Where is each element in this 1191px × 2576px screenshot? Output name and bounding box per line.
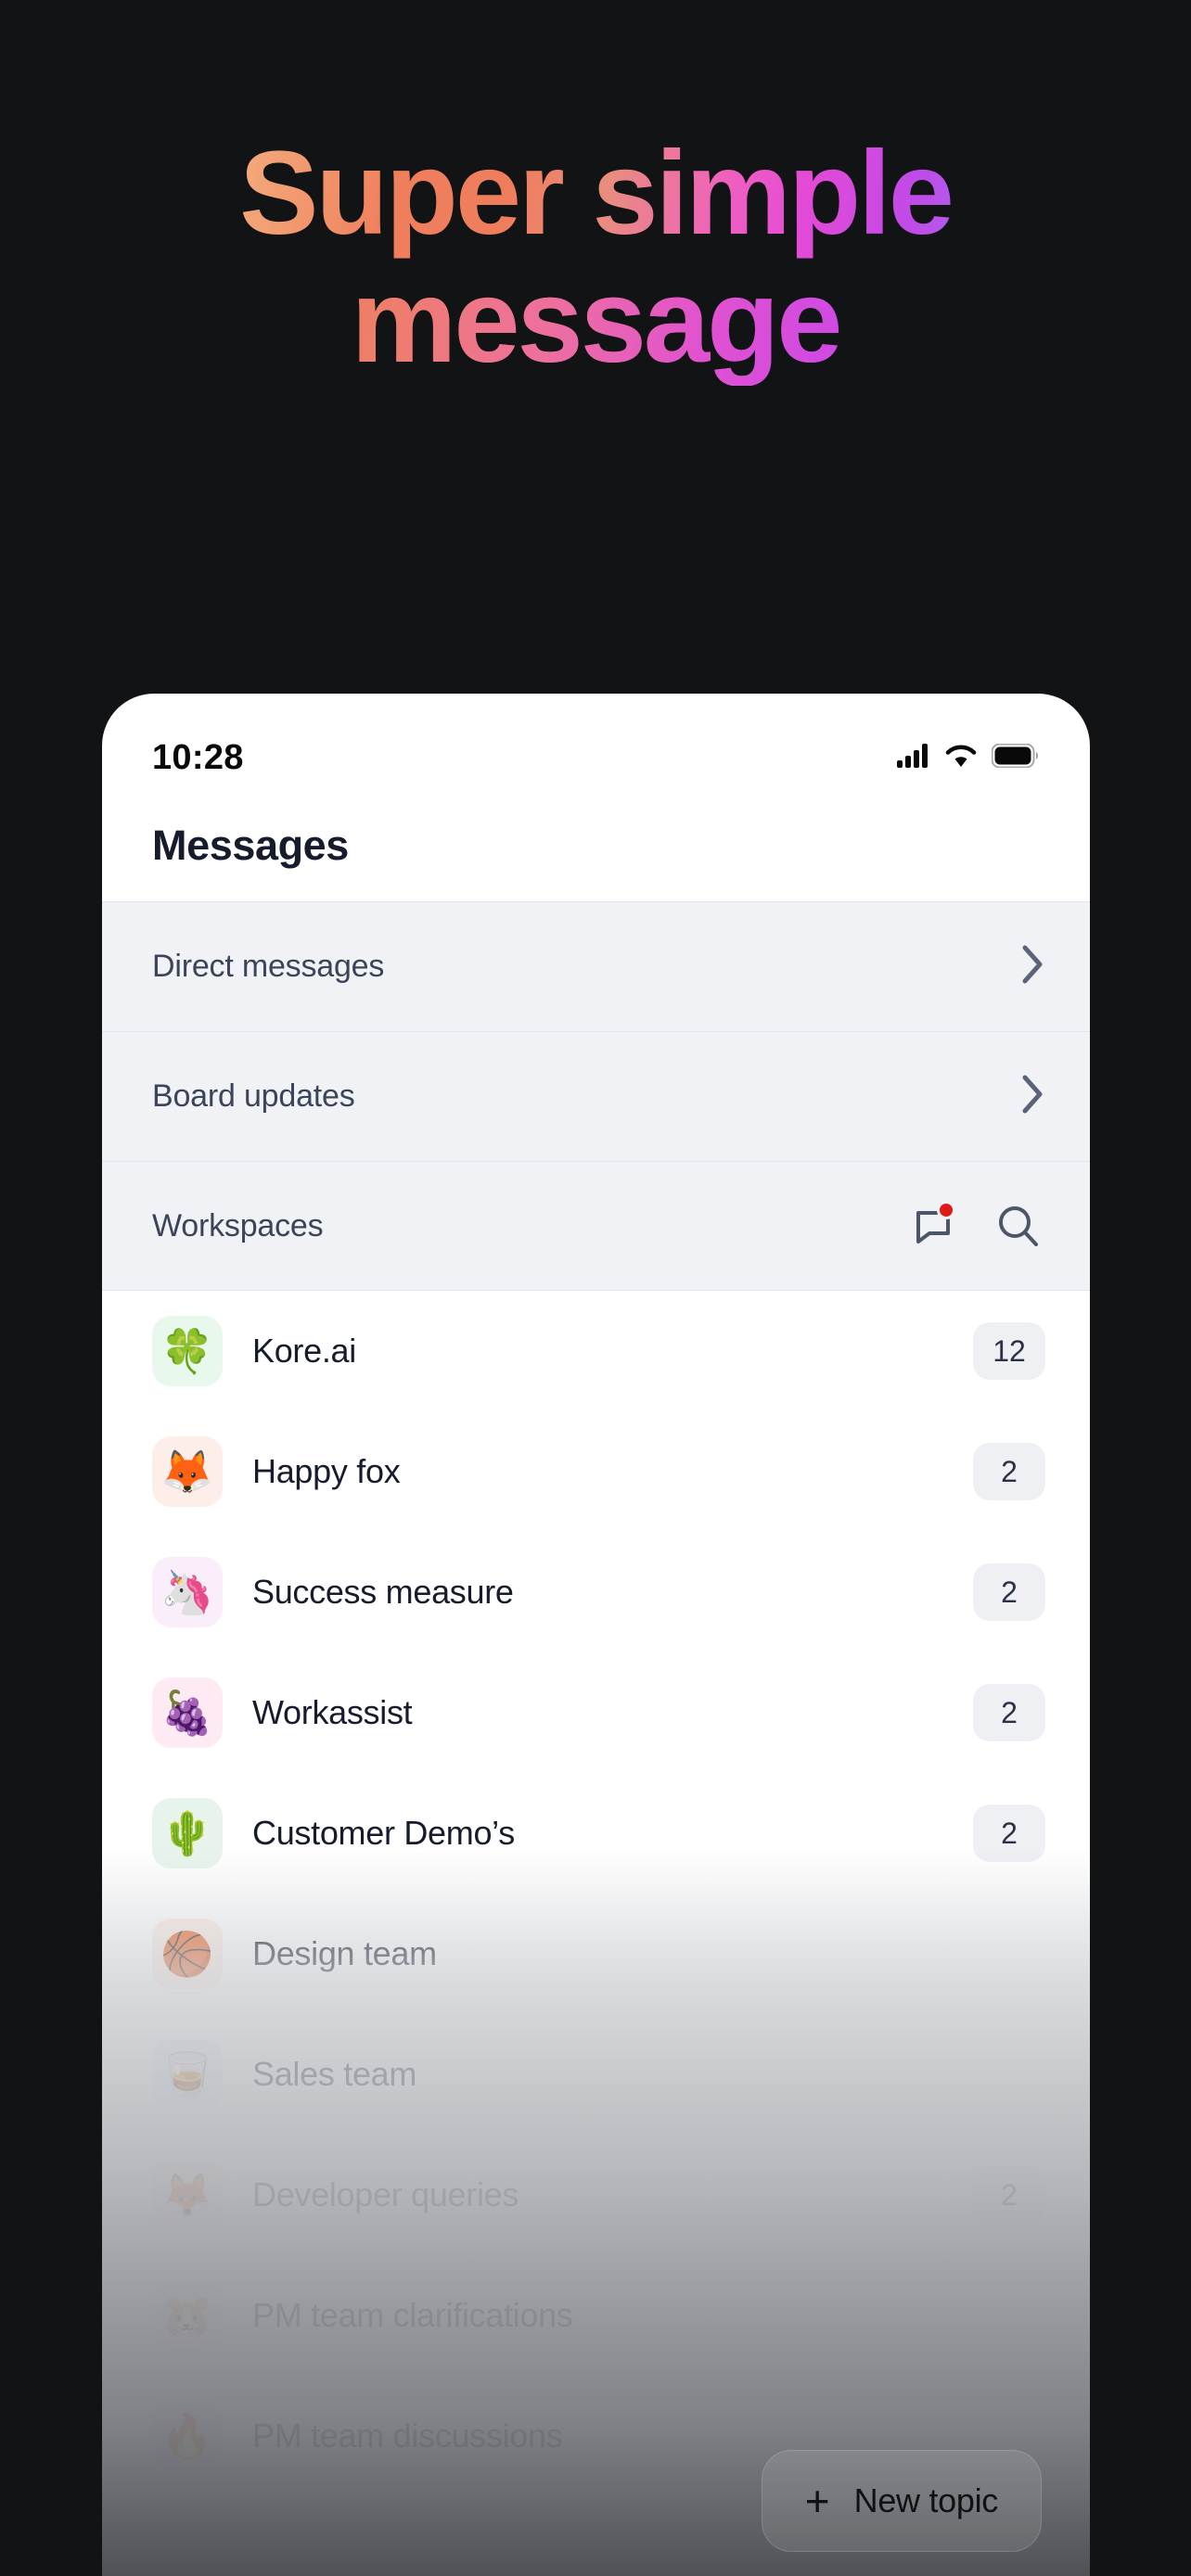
status-time: 10:28 (152, 737, 244, 777)
list-item[interactable]: 🏀 Design team (102, 1894, 1090, 2014)
wifi-icon (945, 744, 977, 772)
status-bar: 10:28 (102, 694, 1090, 796)
app-header: Messages (102, 796, 1090, 901)
hero-line-1: Super simple (239, 127, 952, 260)
new-topic-button[interactable]: + New topic (761, 2450, 1042, 2552)
list-item[interactable]: 🦄 Success measure 2 (102, 1532, 1090, 1652)
workspaces-section-header: Workspaces (102, 1161, 1090, 1291)
workspace-name: Workassist (252, 1693, 413, 1731)
workspace-name: Customer Demo’s (252, 1814, 515, 1852)
workspace-list: 🍀 Kore.ai 12 🦊 Happy fox 2 🦄 Success mea… (102, 1291, 1090, 2576)
unread-badge: 2 (973, 1804, 1045, 1862)
list-item[interactable]: 🦊 Happy fox 2 (102, 1411, 1090, 1532)
workspace-name: Developer queries (252, 2175, 519, 2213)
workspace-emoji-tile: 🐹 (152, 2280, 223, 2351)
status-icons (897, 743, 1040, 772)
workspace-name: PM team clarifications (252, 2296, 573, 2334)
workspace-emoji-tile: 🏀 (152, 1919, 223, 1989)
workspace-emoji-tile: 🦄 (152, 1557, 223, 1627)
page-title: Super simple message (0, 130, 1191, 386)
nav-band-direct-messages[interactable]: Direct messages (102, 901, 1090, 1031)
workspace-emoji-tile: 🍀 (152, 1316, 223, 1386)
workspace-emoji-tile: 🍇 (152, 1677, 223, 1748)
workspace-name: Happy fox (252, 1452, 401, 1490)
signal-bars-icon (897, 743, 930, 772)
hero-line-2: message (56, 257, 1135, 386)
notification-dot (937, 1201, 955, 1219)
workspace-emoji-tile: 🥃 (152, 2039, 223, 2110)
battery-full-icon (991, 743, 1040, 772)
unread-badge: 12 (973, 1322, 1045, 1380)
unread-badge: 2 (973, 1563, 1045, 1621)
workspaces-actions (906, 1199, 1045, 1253)
phone-mockup: 10:28 Messages Direct messages Board upd… (102, 694, 1090, 2576)
list-item[interactable]: 🌵 Customer Demo’s 2 (102, 1773, 1090, 1894)
nav-band-label: Board updates (152, 1078, 355, 1114)
new-topic-label: New topic (853, 2481, 999, 2519)
nav-band-board-updates[interactable]: Board updates (102, 1031, 1090, 1161)
list-item[interactable]: 🍇 Workassist 2 (102, 1652, 1090, 1773)
workspace-emoji-tile: 🦊 (152, 2160, 223, 2230)
workspace-name: PM team discussions (252, 2417, 563, 2455)
list-item[interactable]: 🥃 Sales team (102, 2014, 1090, 2135)
hero-section: Super simple message (0, 130, 1191, 386)
workspace-name: Kore.ai (252, 1332, 356, 1370)
unread-badge (973, 1925, 1045, 1983)
app-title: Messages (152, 822, 349, 869)
unread-badge (973, 2287, 1045, 2344)
plus-icon: + (804, 2477, 830, 2525)
list-item[interactable]: 🍀 Kore.ai 12 (102, 1291, 1090, 1411)
workspaces-label: Workspaces (152, 1207, 324, 1243)
chevron-right-icon (1021, 1074, 1045, 1119)
unread-badge: 2 (973, 1684, 1045, 1741)
unread-badge: 2 (973, 2166, 1045, 2224)
list-item[interactable]: 🦊 Developer queries 2 (102, 2135, 1090, 2255)
search-icon[interactable] (992, 1199, 1045, 1253)
list-item[interactable]: 🐹 PM team clarifications (102, 2255, 1090, 2376)
workspace-emoji-tile: 🌵 (152, 1798, 223, 1868)
nav-band-label: Direct messages (152, 949, 385, 984)
unread-badge: 2 (973, 1443, 1045, 1500)
workspace-emoji-tile: 🦊 (152, 1436, 223, 1507)
unread-badge (973, 2046, 1045, 2103)
workspace-name: Success measure (252, 1573, 514, 1611)
workspace-name: Sales team (252, 2055, 417, 2093)
chat-bubble-icon[interactable] (906, 1199, 960, 1253)
chevron-right-icon (1021, 944, 1045, 989)
workspace-name: Design team (252, 1934, 437, 1972)
workspace-emoji-tile: 🔥 (152, 2401, 223, 2471)
